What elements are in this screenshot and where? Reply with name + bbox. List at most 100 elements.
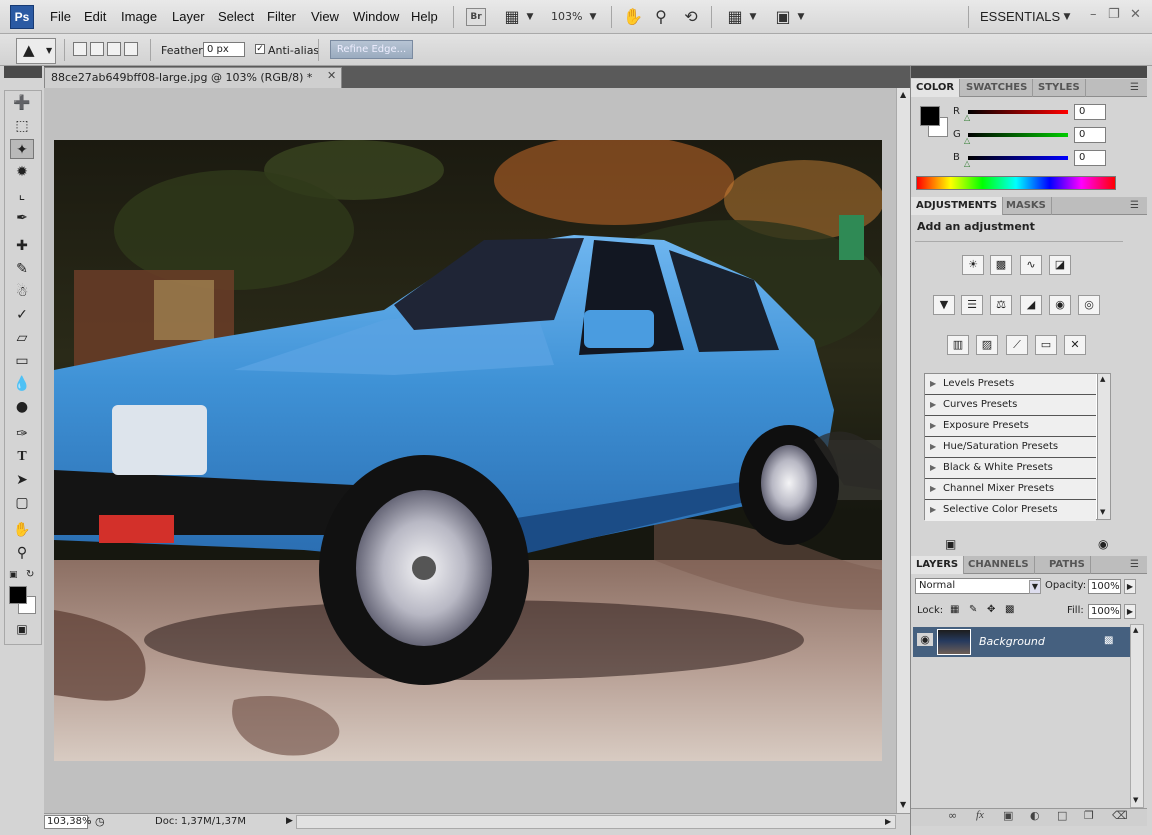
intersect-selection-icon[interactable] [124,42,138,56]
tab-channels[interactable]: CHANNELS [963,556,1035,574]
panel-menu-icon[interactable]: ☰ [1130,200,1139,211]
antialias-checkbox[interactable]: ✓ [255,44,265,54]
history-brush-icon[interactable]: ✓ [10,305,34,325]
curves-icon[interactable]: ∿ [1020,255,1042,275]
posterize-icon[interactable]: ▨ [976,335,998,355]
presets-scrollbar[interactable]: ▲ ▼ [1097,373,1111,520]
fill-field[interactable]: 100% [1088,604,1121,619]
exposure-icon[interactable]: ◪ [1049,255,1071,275]
blue-slider[interactable] [968,156,1068,160]
workspace-dropdown-icon[interactable]: ▼ [1062,6,1072,28]
type-tool-icon[interactable]: T [10,447,34,467]
status-zoom-field[interactable]: 103,38% [44,815,92,829]
black-white-icon[interactable]: ◢ [1020,295,1042,315]
menu-layer[interactable]: Layer [172,9,205,24]
clip-to-layer-icon[interactable]: ◉ [1098,537,1108,551]
layer-style-icon[interactable]: fx [976,809,984,821]
pen-tool-icon[interactable]: ✑ [10,424,34,444]
tab-styles[interactable]: STYLES [1033,79,1086,97]
tab-layers[interactable]: LAYERS [911,556,965,574]
bridge-button[interactable]: Br [466,8,486,26]
slider-thumb-icon[interactable]: △ [964,159,970,168]
status-menu-arrow-icon[interactable]: ▶ [286,816,293,826]
arrange-documents-icon[interactable]: ▦ [724,6,746,28]
vibrance-icon[interactable]: ▼ [933,295,955,315]
color-balance-icon[interactable]: ⚖ [990,295,1012,315]
scroll-right-icon[interactable]: ▶ [885,817,891,826]
close-tab-icon[interactable]: ✕ [327,69,336,82]
preset-hue-saturation[interactable]: ▶ Hue/Saturation Presets [925,437,1096,458]
channel-mixer-icon[interactable]: ◎ [1078,295,1100,315]
tools-panel-header[interactable] [4,66,42,78]
feather-input[interactable]: 0 px [203,42,245,57]
blue-value-field[interactable]: 0 [1074,150,1106,166]
blur-tool-icon[interactable]: 💧 [10,374,34,394]
screen-mode-dropdown-icon[interactable]: ▼ [796,6,806,28]
swap-colors-icon[interactable]: ↻ [26,569,34,580]
delete-layer-icon[interactable]: ⌫ [1112,809,1128,822]
menu-window[interactable]: Window [353,9,399,24]
scroll-down-icon[interactable]: ▼ [1100,508,1105,516]
red-slider[interactable] [968,110,1068,114]
quick-mask-icon[interactable]: ▣ [10,619,34,639]
red-value-field[interactable]: 0 [1074,104,1106,120]
new-layer-icon[interactable]: ❐ [1084,809,1094,822]
preset-exposure[interactable]: ▶ Exposure Presets [925,416,1096,437]
levels-icon[interactable]: ▩ [990,255,1012,275]
refine-edge-button[interactable]: Refine Edge... [330,40,413,59]
visibility-eye-icon[interactable]: ◉ [917,633,933,646]
lock-pixels-icon[interactable]: ✎ [969,604,977,615]
tab-adjustments[interactable]: ADJUSTMENTS [911,197,1004,215]
fill-slider-arrow-icon[interactable]: ▶ [1124,604,1136,619]
layers-scrollbar[interactable]: ▲ ▼ [1130,624,1144,808]
workspace-switcher[interactable]: ESSENTIALS [980,9,1060,24]
gradient-tool-icon[interactable]: ▭ [10,351,34,371]
restore-icon[interactable]: ❐ [1108,7,1120,22]
slider-thumb-icon[interactable]: △ [964,113,970,122]
menu-filter[interactable]: Filter [267,9,296,24]
close-icon[interactable]: ✕ [1130,7,1141,22]
zoom-dropdown-icon[interactable]: ▼ [588,6,598,28]
chevron-down-icon[interactable]: ▼ [1029,580,1041,594]
photo-filter-icon[interactable]: ◉ [1049,295,1071,315]
subtract-from-selection-icon[interactable] [107,42,121,56]
menu-file[interactable]: File [50,9,71,24]
magic-wand-icon[interactable]: ✹ [10,162,34,182]
status-info-icon[interactable]: ◷ [95,815,105,828]
color-fg-swatch[interactable] [920,106,940,126]
menu-help[interactable]: Help [411,9,438,24]
add-mask-icon[interactable]: ▣ [1003,809,1013,822]
link-layers-icon[interactable]: ∞ [948,809,957,822]
screen-mode-icon[interactable]: ▣ [772,6,794,28]
scroll-up-icon[interactable]: ▲ [900,90,906,99]
preset-levels[interactable]: ▶ Levels Presets [925,374,1096,395]
rotate-view-icon[interactable]: ⟲ [680,6,702,28]
new-group-icon[interactable]: □ [1057,809,1067,822]
gradient-map-icon[interactable]: ▭ [1035,335,1057,355]
add-to-selection-icon[interactable] [90,42,104,56]
lock-all-icon[interactable]: ▩ [1005,604,1014,615]
menu-view[interactable]: View [311,9,339,24]
invert-icon[interactable]: ▥ [947,335,969,355]
selective-color-icon[interactable]: ✕ [1064,335,1086,355]
path-selection-icon[interactable]: ➤ [10,470,34,490]
tab-paths[interactable]: PATHS [1044,556,1091,574]
horizontal-scrollbar[interactable]: ▶ [296,815,896,829]
lock-position-icon[interactable]: ✥ [987,604,995,615]
preset-channel-mixer[interactable]: ▶ Channel Mixer Presets [925,479,1096,500]
hand-tool-icon[interactable]: ✋ [622,6,644,28]
threshold-icon[interactable]: ⟋ [1006,335,1028,355]
zoom-level[interactable]: 103% [551,10,582,23]
foreground-color-swatch[interactable] [9,586,27,604]
view-extras-icon[interactable]: ▦ [502,6,522,28]
brush-tool-icon[interactable]: ✎ [10,259,34,279]
scroll-up-icon[interactable]: ▲ [1100,375,1105,383]
panel-menu-icon[interactable]: ☰ [1130,82,1139,93]
healing-brush-icon[interactable]: ✚ [10,236,34,256]
zoom-tool-icon[interactable]: ⚲ [650,6,672,28]
tab-color[interactable]: COLOR [911,79,961,97]
marquee-tool-icon[interactable]: ⬚ [10,116,34,136]
menu-edit[interactable]: Edit [84,9,106,24]
layer-name[interactable]: Background [979,635,1045,648]
tool-preset-picker[interactable]: ▲ ▼ [16,38,56,64]
